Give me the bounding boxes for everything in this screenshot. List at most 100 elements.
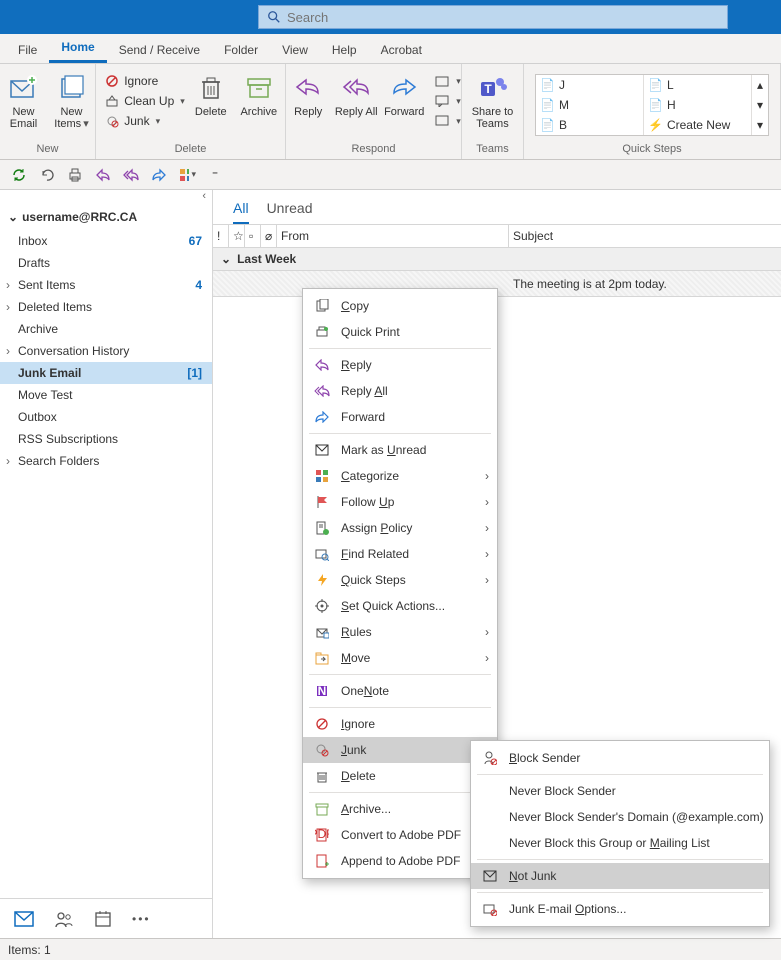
people-nav-icon[interactable] <box>54 910 74 928</box>
col-subject[interactable]: Subject <box>509 225 781 247</box>
ignore-button[interactable]: Ignore <box>102 72 187 90</box>
folder-archive[interactable]: Archive <box>0 318 212 340</box>
quicksteps-down[interactable]: ▾ <box>752 95 768 115</box>
menu-acrobat[interactable]: Acrobat <box>369 37 434 63</box>
ctx-forward[interactable]: Forward <box>303 404 497 430</box>
junk-nevergroup[interactable]: Never Block this Group or Mailing List <box>471 830 769 856</box>
collapse-folder-pane[interactable]: ‹ <box>0 190 212 204</box>
ctx-quicksteps[interactable]: Quick Steps <box>303 567 497 593</box>
tab-all[interactable]: All <box>233 200 249 224</box>
folder-rss-subscriptions[interactable]: RSS Subscriptions <box>0 428 212 450</box>
quickstep-h[interactable]: 📄H <box>644 95 752 115</box>
new-items-button[interactable]: New Items▾ <box>48 68 96 130</box>
col-icon[interactable]: ▫ <box>245 225 261 247</box>
reply-all-qat-icon[interactable] <box>122 166 140 184</box>
ctx-appendpdf[interactable]: Append to Adobe PDF <box>303 848 497 874</box>
ctx-onenote[interactable]: NOneNote <box>303 678 497 704</box>
delete-button[interactable]: Delete <box>187 68 235 118</box>
ctx-junk[interactable]: Junk <box>303 737 497 763</box>
reply-qat-icon[interactable] <box>94 166 112 184</box>
quickstep-create[interactable]: ⚡Create New <box>644 115 752 135</box>
junk-button[interactable]: Junk▾ <box>102 112 187 130</box>
ribbon-group-delete-label: Delete <box>104 141 277 159</box>
menu-home[interactable]: Home <box>49 34 106 63</box>
junk-options[interactable]: Junk E-mail Options... <box>471 896 769 922</box>
forward-button[interactable]: Forward <box>380 68 428 118</box>
ctx-followup[interactable]: Follow Up <box>303 489 497 515</box>
folder-outbox[interactable]: Outbox <box>0 406 212 428</box>
folder-conversation-history[interactable]: ›Conversation History <box>0 340 212 362</box>
junk-neverblock[interactable]: Never Block Sender <box>471 778 769 804</box>
account-header[interactable]: ⌄username@RRC.CA <box>0 204 212 230</box>
folder-sent-items[interactable]: ›Sent Items4 <box>0 274 212 296</box>
col-attachment[interactable]: ⌀ <box>261 225 277 247</box>
menu-folder[interactable]: Folder <box>212 37 270 63</box>
folder-inbox[interactable]: Inbox67 <box>0 230 212 252</box>
calendar-nav-icon[interactable] <box>94 910 112 928</box>
chevron-down-icon: ⌄ <box>221 252 231 266</box>
more-respond-icon <box>434 113 450 129</box>
column-headers[interactable]: ! ☆ ▫ ⌀ From Subject <box>213 224 781 248</box>
folder-drafts[interactable]: Drafts <box>0 252 212 274</box>
ctx-markunread[interactable]: Mark as Unread <box>303 437 497 463</box>
menu-send-receive[interactable]: Send / Receive <box>107 37 212 63</box>
quick-steps-gallery[interactable]: 📄J 📄L ▴ 📄M 📄H ▾ 📄B ⚡Create New ▾ <box>535 74 769 136</box>
reply-all-button[interactable]: Reply All <box>332 68 380 118</box>
undo-icon[interactable] <box>38 166 56 184</box>
ctx-replyall[interactable]: Reply All <box>303 378 497 404</box>
junk-neverdomain[interactable]: Never Block Sender's Domain (@example.co… <box>471 804 769 830</box>
quickstep-j[interactable]: 📄J <box>536 75 644 95</box>
ctx-convertpdf[interactable]: PDFConvert to Adobe PDF <box>303 822 497 848</box>
block-icon <box>481 749 499 767</box>
new-email-button[interactable]: New Email <box>0 68 48 130</box>
folder-search-folders[interactable]: ›Search Folders <box>0 450 212 472</box>
ctx-move[interactable]: Move <box>303 645 497 671</box>
ctx-ignore[interactable]: Ignore <box>303 711 497 737</box>
more-nav-icon[interactable]: ••• <box>132 912 151 926</box>
forward-qat-icon[interactable] <box>150 166 168 184</box>
quicksteps-more[interactable]: ▾ <box>752 115 768 135</box>
mail-nav-icon[interactable] <box>14 911 34 927</box>
tab-unread[interactable]: Unread <box>267 200 313 224</box>
group-header-last-week[interactable]: ⌄Last Week <box>213 248 781 271</box>
ctx-assignpolicy[interactable]: Assign Policy <box>303 515 497 541</box>
col-from[interactable]: From <box>277 225 509 247</box>
folder-junk-email[interactable]: Junk Email[1] <box>0 362 212 384</box>
archive-button[interactable]: Archive <box>235 68 283 118</box>
meeting-button[interactable]: ▾ <box>432 72 463 90</box>
more-respond-button[interactable]: ▾ <box>432 112 463 130</box>
ctx-archive[interactable]: Archive... <box>303 796 497 822</box>
share-teams-button[interactable]: T Share to Teams <box>465 68 521 130</box>
col-reminder[interactable]: ☆ <box>229 225 245 247</box>
junk-notjunk[interactable]: Not Junk <box>471 863 769 889</box>
ctx-quickprint[interactable]: Quick Print <box>303 319 497 345</box>
search-input[interactable] <box>287 10 719 25</box>
ctx-reply[interactable]: Reply <box>303 352 497 378</box>
ctx-delete[interactable]: Delete <box>303 763 497 789</box>
print-icon[interactable] <box>66 166 84 184</box>
quickstep-l[interactable]: 📄L <box>644 75 752 95</box>
menu-view[interactable]: View <box>270 37 320 63</box>
categorize-icon <box>313 467 331 485</box>
folder-move-test[interactable]: Move Test <box>0 384 212 406</box>
quickstep-b[interactable]: 📄B <box>536 115 644 135</box>
ctx-rules[interactable]: Rules <box>303 619 497 645</box>
view-switch-icon[interactable]: ▾ <box>178 166 196 184</box>
col-importance[interactable]: ! <box>213 225 229 247</box>
folder-deleted-items[interactable]: ›Deleted Items <box>0 296 212 318</box>
ctx-setquick[interactable]: Set Quick Actions... <box>303 593 497 619</box>
im-button[interactable]: ▾ <box>432 92 463 110</box>
menu-file[interactable]: File <box>6 37 49 63</box>
ctx-findrelated[interactable]: Find Related <box>303 541 497 567</box>
quicksteps-up[interactable]: ▴ <box>752 75 768 95</box>
ctx-copy[interactable]: Copy <box>303 293 497 319</box>
cleanup-button[interactable]: Clean Up▾ <box>102 92 187 110</box>
sync-icon[interactable] <box>10 166 28 184</box>
search-box[interactable] <box>258 5 728 29</box>
menu-help[interactable]: Help <box>320 37 369 63</box>
reply-button[interactable]: Reply <box>284 68 332 118</box>
ctx-categorize[interactable]: Categorize <box>303 463 497 489</box>
qat-overflow-icon[interactable]: ⁼ <box>206 166 224 184</box>
quickstep-m[interactable]: 📄M <box>536 95 644 115</box>
junk-block[interactable]: Block Sender <box>471 745 769 771</box>
